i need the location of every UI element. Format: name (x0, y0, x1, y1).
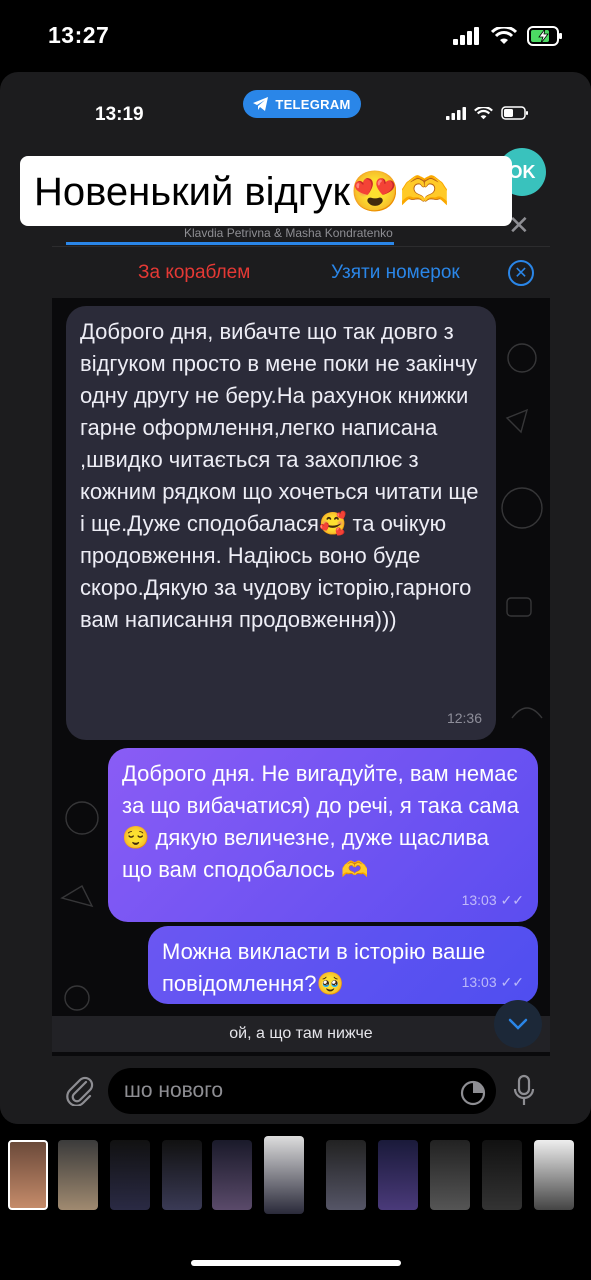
telegram-pill-label: TELEGRAM (275, 96, 351, 112)
paperclip-icon[interactable] (64, 1072, 94, 1106)
time-value: 13:03 (461, 974, 497, 990)
story-thumbnail[interactable] (162, 1140, 202, 1210)
message-text: Доброго дня, вибачте що так довго з відг… (80, 319, 479, 632)
outer-status-icons (453, 26, 563, 46)
message-time: 13:03 ✓✓ (462, 966, 524, 998)
signal-icon (453, 27, 479, 45)
story-thumbnail[interactable] (8, 1140, 48, 1210)
action-bar: За кораблем Узяти номерок ✕ (52, 248, 550, 298)
battery-charging-icon (527, 26, 562, 46)
story-thumbnail[interactable] (430, 1140, 470, 1210)
sticker-icon[interactable] (460, 1080, 486, 1106)
chat-area[interactable]: Доброго дня, вибачте що так довго з відг… (52, 298, 550, 1056)
story-thumbnail[interactable] (264, 1136, 304, 1214)
story-thumbnail[interactable] (58, 1140, 98, 1210)
story-thumbnail-strip (0, 1136, 591, 1216)
story-thumbnail[interactable] (110, 1140, 150, 1210)
composer: шо нового (0, 1056, 591, 1124)
message-input[interactable]: шо нового (108, 1068, 496, 1114)
message-input-text: шо нового (124, 1079, 224, 1102)
telegram-pill[interactable]: TELEGRAM (243, 90, 361, 118)
wifi-icon (474, 106, 493, 119)
divider (52, 246, 550, 247)
outer-clock: 13:27 (48, 22, 110, 48)
microphone-icon[interactable] (512, 1074, 536, 1108)
story-thumbnail[interactable] (378, 1140, 418, 1210)
message-time: 12:36 (446, 710, 482, 726)
wifi-icon (491, 27, 517, 44)
story-thumbnail[interactable] (534, 1140, 574, 1210)
home-indicator (191, 1260, 401, 1266)
outer-status-bar: 13:27 (0, 0, 591, 72)
outgoing-message[interactable]: Можна викласти в історію ваше повідомлен… (148, 926, 538, 1004)
reply-preview-bar[interactable]: ой, а що там нижче (52, 1016, 550, 1052)
story-card: 13:19 TELEGRAM OK Klavdia Petrivna & Mas… (0, 72, 591, 1124)
read-check-icon: ✓✓ (500, 892, 524, 908)
message-text: Можна викласти в історію ваше повідомлен… (162, 939, 486, 996)
message-text: Доброго дня. Не вигадуйте, вам немає за … (122, 761, 520, 882)
inner-status-icons (446, 106, 529, 120)
inner-status-bar: 13:19 TELEGRAM (0, 72, 591, 152)
message-time: 13:03 ✓✓ (462, 884, 524, 916)
pinned-subtitle: Klavdia Petrivna & Masha Kondratenko (184, 226, 393, 240)
caption-sticker: Новенький відгук😍🫶 (20, 156, 512, 226)
signal-icon (446, 106, 466, 120)
inner-clock: 13:19 (95, 104, 144, 125)
incoming-message[interactable]: Доброго дня, вибачте що так довго з відг… (66, 306, 496, 740)
scroll-down-button[interactable] (494, 1000, 542, 1048)
read-check-icon: ✓✓ (500, 974, 524, 990)
time-value: 13:03 (461, 892, 497, 908)
story-thumbnail[interactable] (212, 1140, 252, 1210)
take-number-button[interactable]: Узяти номерок (331, 262, 460, 284)
close-circle-icon[interactable]: ✕ (508, 260, 534, 286)
battery-icon (501, 106, 528, 120)
follow-ship-button[interactable]: За кораблем (138, 262, 250, 284)
pinned-progress-bar (66, 242, 394, 245)
outgoing-message[interactable]: Доброго дня. Не вигадуйте, вам немає за … (108, 748, 538, 922)
chevron-down-icon (508, 1018, 528, 1030)
story-thumbnail[interactable] (326, 1140, 366, 1210)
story-thumbnail[interactable] (482, 1140, 522, 1210)
telegram-icon (253, 97, 269, 111)
